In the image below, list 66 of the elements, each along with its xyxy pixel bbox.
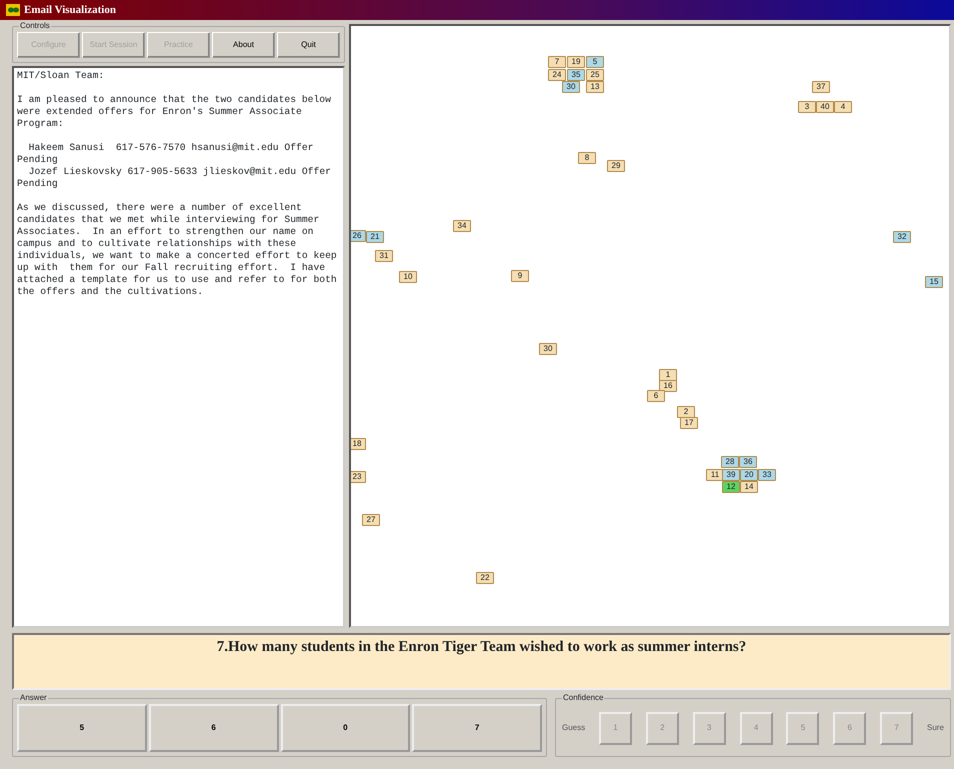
node-label: 30 xyxy=(562,81,580,93)
node-label: 10 xyxy=(399,271,417,283)
node-label: 29 xyxy=(607,160,625,172)
node-label: 11 xyxy=(706,469,724,481)
group-label: Answer xyxy=(19,694,48,702)
node-label: 31 xyxy=(375,250,393,262)
node-label: 36 xyxy=(739,456,757,468)
confidence-button[interactable]: 7 xyxy=(880,712,914,744)
node-label: 23 xyxy=(351,471,366,483)
node-label: 15 xyxy=(925,276,943,288)
control-button[interactable]: Quit xyxy=(277,32,340,58)
email-paragraph: Hakeem Sanusi 617-576-7570 hsanusi@mit.edu Offer Pending xyxy=(17,142,314,166)
node-label: 8 xyxy=(578,152,596,164)
node-label: 16 xyxy=(659,380,677,392)
answer-button[interactable]: 0 xyxy=(280,704,410,752)
node-label: 14 xyxy=(740,481,758,493)
node-label: 7 xyxy=(548,56,566,68)
answer-button[interactable]: 6 xyxy=(148,704,278,752)
node-label: 22 xyxy=(476,572,494,584)
node-label: 37 xyxy=(812,81,830,93)
confidence-button[interactable]: 3 xyxy=(692,712,726,744)
node-label: 32 xyxy=(893,231,911,243)
group-label: Confidence xyxy=(562,694,604,702)
node-label: 3 xyxy=(798,101,816,113)
node-label: 1 xyxy=(659,369,677,381)
node-label: 6 xyxy=(647,390,665,402)
confidence-button[interactable]: 6 xyxy=(833,712,866,744)
node-label: 27 xyxy=(362,514,380,526)
confidence-button[interactable]: 1 xyxy=(598,712,632,744)
node-label: 26 xyxy=(351,230,366,242)
confidence-button[interactable]: 4 xyxy=(740,712,773,744)
node-label: 21 xyxy=(366,231,384,243)
node-label: 2 xyxy=(677,406,695,418)
node-label: 35 xyxy=(567,69,585,81)
node-label: 25 xyxy=(586,69,604,81)
group-label: Controls xyxy=(19,22,51,30)
confidence-button[interactable]: 2 xyxy=(646,712,679,744)
node-label: 19 xyxy=(567,56,585,68)
node-label: 18 xyxy=(351,438,366,450)
node-label: 20 xyxy=(740,469,758,481)
node-label: 13 xyxy=(586,81,604,93)
app-icon xyxy=(6,4,20,16)
node-label: 17 xyxy=(680,417,698,429)
node-label: 9 xyxy=(511,270,529,282)
node-label: 40 xyxy=(816,101,834,113)
email-paragraph: I am pleased to announce that the two candidates below were extended offers for Enron's Summer Associate Program: xyxy=(17,94,332,130)
node-label: 33 xyxy=(758,469,776,481)
window-title: Email Visualization xyxy=(24,4,116,16)
email-paragraph: As we discussed, there were a number of excellent candidates that we met while interviewing for Summer Associates. In an effort to strengthen our name on campus and to cultivate relationships with these individuals, we want to make a concerted effort to keep up with them for our Fall recruiting effort. I have attached a template for us to use and refer to for both the offers and the cultivations. xyxy=(17,202,338,298)
scale-label: Sure xyxy=(927,722,944,734)
confidence-button[interactable]: 5 xyxy=(786,712,820,744)
node-label: 30 xyxy=(539,343,557,355)
node-label: 4 xyxy=(834,101,852,113)
node-label: 12 xyxy=(722,481,740,493)
scale-label: Guess xyxy=(562,722,586,734)
node-label: 5 xyxy=(586,56,604,68)
control-button[interactable]: About xyxy=(212,32,275,58)
question-text: 7.How many students in the Enron Tiger Team wished to work as summer interns? xyxy=(216,639,746,655)
node-label: 24 xyxy=(548,69,566,81)
node-label: 34 xyxy=(453,220,471,232)
node-label: 28 xyxy=(721,456,739,468)
answer-button[interactable]: 7 xyxy=(412,704,542,752)
node-label: 39 xyxy=(722,469,740,481)
email-paragraph: Jozef Lieskovsky 617-905-5633 jlieskov@mit.edu Offer Pending xyxy=(17,166,332,190)
email-paragraph: MIT/Sloan Team: xyxy=(17,70,106,82)
answer-button[interactable]: 5 xyxy=(17,704,147,752)
